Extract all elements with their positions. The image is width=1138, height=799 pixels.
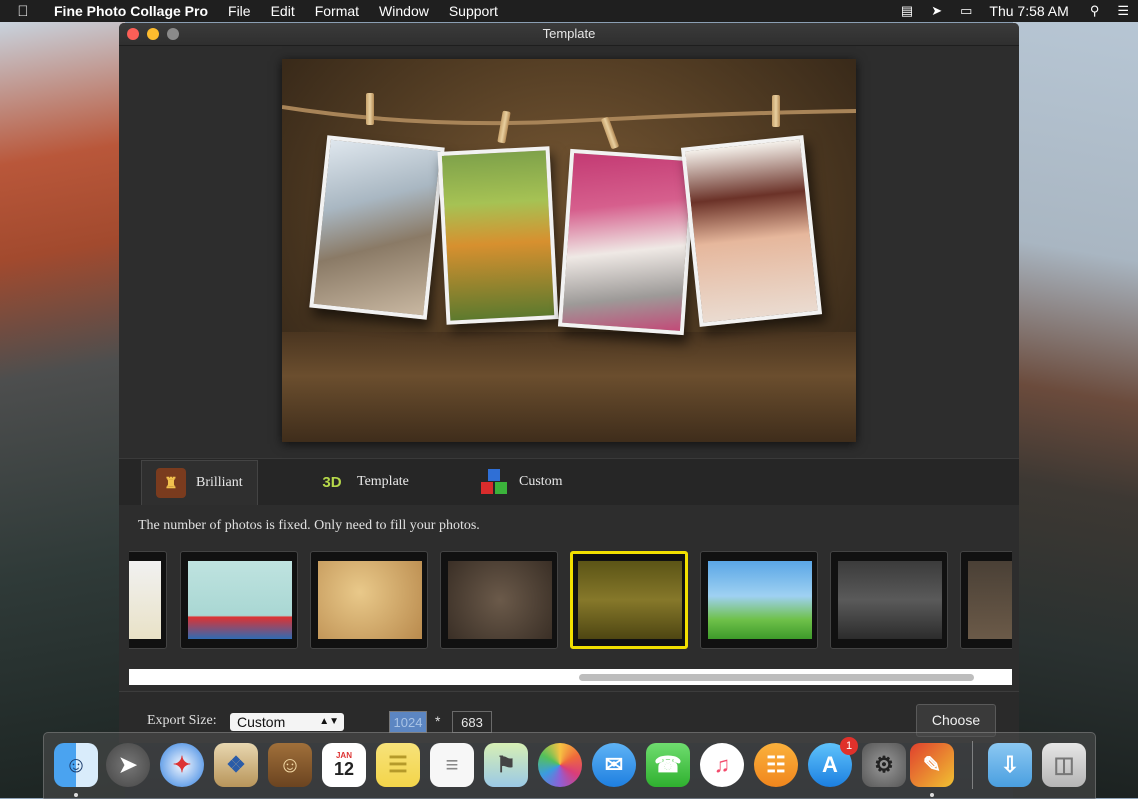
minimize-window-button[interactable]: [147, 28, 159, 40]
horizontal-scrollbar[interactable]: [129, 669, 1012, 685]
preview-photo-kitten: [309, 135, 445, 320]
template-category-tabs: ♜ Brilliant 3D Template Custom: [119, 458, 1019, 505]
tab-brilliant[interactable]: ♜ Brilliant: [141, 460, 258, 505]
template-thumbnail[interactable]: [310, 551, 428, 649]
menu-bar:  Fine Photo Collage Pro File Edit Forma…: [0, 0, 1138, 22]
spotlight-search-icon[interactable]: ⚲: [1081, 3, 1109, 19]
template-thumbnail[interactable]: [180, 551, 298, 649]
menu-format[interactable]: Format: [305, 3, 369, 19]
running-indicator: [74, 793, 78, 797]
messages-icon[interactable]: ✉: [592, 743, 636, 787]
system-preferences-icon[interactable]: ⚙: [862, 743, 906, 787]
finder-icon[interactable]: ☺: [54, 743, 98, 787]
template-thumbnail[interactable]: [830, 551, 948, 649]
preview-photo-sleeping-cat: [557, 148, 697, 336]
tab-template-label: Template: [357, 474, 409, 489]
select-arrows-icon: ▲▼: [319, 716, 339, 727]
brilliant-icon: ♜: [156, 468, 186, 498]
notification-center-icon[interactable]: ☰: [1108, 3, 1138, 19]
tab-custom-label: Custom: [519, 474, 563, 489]
cubes-icon: [479, 467, 509, 497]
ibooks-icon[interactable]: ☷: [754, 743, 798, 787]
template-thumbnail[interactable]: [700, 551, 818, 649]
app-store-icon[interactable]: A1: [808, 737, 858, 787]
template-preview: [282, 59, 856, 442]
clothespin-icon: [772, 95, 780, 127]
menu-edit[interactable]: Edit: [261, 3, 305, 19]
template-thumbnail[interactable]: [440, 551, 558, 649]
calendar-day: 12: [333, 759, 355, 779]
apple-menu-icon[interactable]: : [0, 3, 46, 20]
tab-brilliant-label: Brilliant: [196, 475, 243, 490]
maps-icon[interactable]: ⚑: [484, 743, 528, 787]
menu-file[interactable]: File: [218, 3, 261, 19]
trash-icon[interactable]: ◫: [1042, 743, 1086, 787]
preview-photo-girl: [680, 135, 823, 327]
launchpad-icon[interactable]: ➤: [106, 743, 150, 787]
menu-clock[interactable]: Thu 7:58 AM: [981, 3, 1080, 19]
window-title: Template: [542, 26, 596, 41]
tab-template[interactable]: 3D Template: [303, 460, 423, 504]
printer-status-icon[interactable]: ▤: [892, 3, 922, 19]
export-size-value: Custom: [237, 714, 286, 730]
send-status-icon[interactable]: ➤: [922, 3, 951, 19]
preview-floor: [282, 332, 856, 442]
mail-icon[interactable]: ❖: [214, 743, 258, 787]
scrollbar-thumb[interactable]: [579, 674, 974, 681]
display-mirror-icon[interactable]: ▭: [951, 3, 981, 19]
photos-icon[interactable]: [538, 743, 582, 787]
running-indicator: [930, 793, 934, 797]
desktop-wallpaper-left: [0, 22, 125, 798]
preview-photo-bunnies: [437, 146, 559, 325]
template-window: Template ♜ Brilliant 3D Template Custom …: [119, 23, 1019, 743]
template-thumbnail[interactable]: [960, 551, 1012, 649]
tab-custom[interactable]: Custom: [465, 460, 577, 504]
calendar-icon[interactable]: JAN 12: [322, 743, 366, 787]
reminders-icon[interactable]: ≡: [430, 743, 474, 787]
width-field[interactable]: 1024: [389, 711, 427, 733]
facetime-icon[interactable]: ☎: [646, 743, 690, 787]
app-store-badge: 1: [840, 737, 858, 755]
template-thumbnail-strip: [129, 551, 1012, 651]
dock-separator: [972, 741, 973, 789]
close-window-button[interactable]: [127, 28, 139, 40]
3d-icon: 3D: [322, 473, 342, 491]
clothespin-icon: [366, 93, 374, 125]
template-thumbnail[interactable]: [129, 551, 167, 649]
itunes-icon[interactable]: ♫: [700, 743, 744, 787]
contacts-icon[interactable]: ☺: [268, 743, 312, 787]
menu-window[interactable]: Window: [369, 3, 439, 19]
status-area: ▤ ➤ ▭ Thu 7:58 AM ⚲ ☰: [892, 0, 1138, 22]
safari-icon[interactable]: ✦: [160, 743, 204, 787]
dock: ☺ ➤ ✦ ❖ ☺ JAN 12 ☰ ≡ ⚑ ✉ ☎ ♫ ☷ A1 ⚙ ✎ ⇩ …: [43, 732, 1096, 799]
window-titlebar[interactable]: Template: [119, 23, 1019, 46]
template-thumbnail-selected[interactable]: [570, 551, 688, 649]
app-name-menu[interactable]: Fine Photo Collage Pro: [46, 3, 218, 19]
downloads-folder-icon[interactable]: ⇩: [988, 743, 1032, 787]
dimension-separator: *: [435, 713, 441, 729]
export-size-select[interactable]: Custom ▲▼: [230, 713, 344, 731]
notes-icon[interactable]: ☰: [376, 743, 420, 787]
height-field[interactable]: 683: [452, 711, 492, 733]
menu-support[interactable]: Support: [439, 3, 508, 19]
template-hint-text: The number of photos is fixed. Only need…: [138, 518, 480, 533]
desktop-wallpaper-right: [1013, 22, 1138, 798]
zoom-window-button[interactable]: [167, 28, 179, 40]
export-size-label: Export Size:: [147, 713, 217, 728]
fine-photo-collage-icon[interactable]: ✎: [910, 743, 954, 787]
